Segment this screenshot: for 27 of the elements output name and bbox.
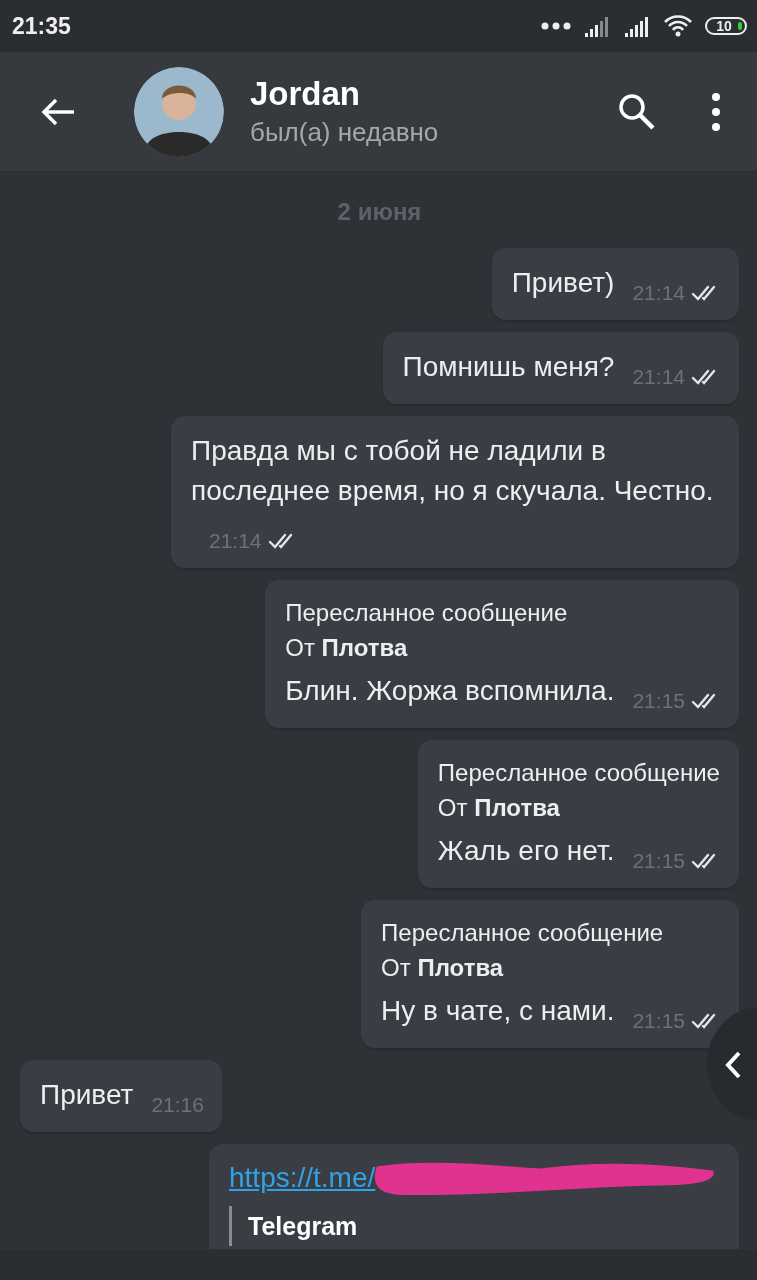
forward-sender: От Плотва [437, 793, 561, 823]
status-time: 21:35 [12, 12, 71, 40]
battery-level: 10 [705, 17, 747, 35]
forward-label: Пересланное сообщение [381, 918, 665, 948]
forward-label: Пересланное сообщение [285, 598, 569, 628]
message-link[interactable]: https://t.me/ [229, 1158, 376, 1198]
wifi-icon [663, 14, 693, 38]
forward-label: Пересланное сообщение [437, 758, 721, 788]
message-text: Жаль его нет. [437, 835, 615, 866]
forward-sender: От Плотва [381, 953, 505, 983]
back-button[interactable] [40, 96, 76, 127]
message-text: Ну в чате, с нами. [381, 995, 615, 1026]
message-text: Блин. Жоржа вспомнила. [285, 675, 615, 706]
contact-name: Jordan [250, 75, 362, 113]
signal-icon [623, 15, 651, 37]
message-text: Привет) [511, 267, 615, 298]
message-text: Правда мы с тобой не ладили в последнее время, но я скучала. Честно. [191, 435, 714, 506]
signal-icon [583, 15, 611, 37]
more-options-button[interactable] [709, 91, 723, 132]
message-text: Привет [40, 1079, 134, 1110]
link-preview-title: Telegram [229, 1206, 721, 1246]
last-seen-status: был(а) недавно [250, 117, 439, 148]
search-button[interactable] [617, 91, 657, 132]
forward-sender: От Плотва [285, 633, 409, 663]
avatar[interactable] [134, 66, 224, 157]
message-text: Помнишь меня? [402, 351, 615, 382]
more-dots-icon [541, 21, 571, 31]
